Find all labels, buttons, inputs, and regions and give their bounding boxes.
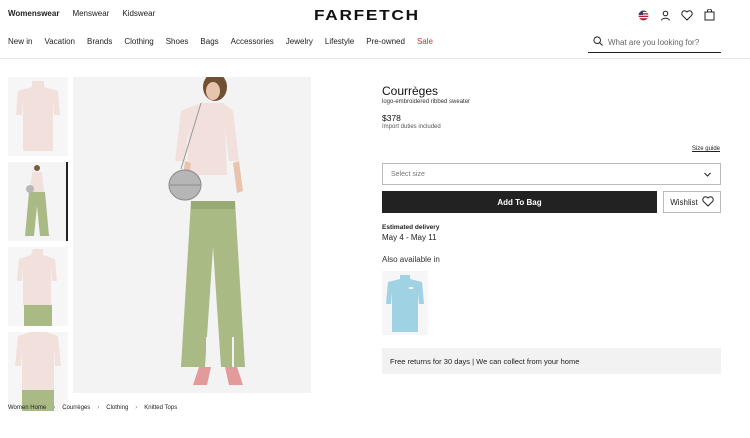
nav-item-accessories[interactable]: Accessories [231, 37, 274, 46]
search-input[interactable] [608, 37, 718, 47]
alternate-color-image[interactable] [382, 271, 428, 335]
wishlist-icon[interactable] [680, 8, 694, 22]
breadcrumb-separator: › [53, 405, 56, 411]
search-bar [588, 32, 721, 53]
duties-note: Import duties included [382, 124, 441, 130]
breadcrumb-women-home[interactable]: Women Home [8, 405, 46, 411]
product-brand[interactable]: Courrèges [382, 84, 438, 98]
bag-icon[interactable] [702, 8, 716, 22]
thumbnail-2[interactable] [8, 162, 68, 241]
nav-item-new-in[interactable]: New in [8, 37, 32, 46]
breadcrumb-clothing[interactable]: Clothing [106, 405, 128, 411]
breadcrumb-brand[interactable]: Courrèges [62, 405, 90, 411]
chevron-down-icon [703, 170, 712, 181]
thumbnail-1[interactable] [8, 77, 68, 156]
top-bar: Womenswear Menswear Kidswear FARFETCH [0, 0, 750, 30]
thumbnail-3[interactable] [8, 247, 68, 326]
nav-item-bags[interactable]: Bags [200, 37, 218, 46]
farfetch-logo[interactable]: FARFETCH [314, 7, 420, 24]
also-available-label: Also available in [382, 255, 440, 264]
delivery-dates: May 4 - May 11 [382, 233, 437, 242]
tab-menswear[interactable]: Menswear [72, 9, 109, 18]
category-nav: New in Vacation Brands Clothing Shoes Ba… [8, 37, 433, 46]
nav-item-vacation[interactable]: Vacation [44, 37, 75, 46]
main-product-image[interactable] [73, 77, 311, 393]
size-select-label: Select size [391, 170, 425, 178]
nav-item-pre-owned[interactable]: Pre-owned [366, 37, 405, 46]
flag-icon[interactable] [636, 8, 650, 22]
tab-kidswear[interactable]: Kidswear [122, 9, 155, 18]
search-icon[interactable] [593, 36, 603, 48]
header-divider [0, 58, 750, 59]
nav-item-shoes[interactable]: Shoes [166, 37, 189, 46]
product-description: logo-embroidered ribbed sweater [382, 99, 471, 105]
product-price: $378 [382, 113, 401, 123]
add-to-bag-button[interactable]: Add To Bag [382, 191, 657, 213]
returns-banner: Free returns for 30 days | We can collec… [382, 348, 721, 374]
header-icons [636, 8, 716, 22]
gender-nav: Womenswear Menswear Kidswear [8, 9, 155, 18]
breadcrumb: Women Home › Courrèges › Clothing › Knit… [8, 405, 177, 411]
size-select[interactable]: Select size [382, 163, 721, 185]
thumbnail-4[interactable] [8, 332, 68, 411]
heart-icon [702, 195, 714, 209]
nav-item-clothing[interactable]: Clothing [124, 37, 153, 46]
nav-item-lifestyle[interactable]: Lifestyle [325, 37, 354, 46]
nav-item-brands[interactable]: Brands [87, 37, 112, 46]
wishlist-button[interactable]: Wishlist [663, 191, 721, 213]
account-icon[interactable] [658, 8, 672, 22]
nav-item-sale[interactable]: Sale [417, 37, 433, 46]
nav-item-jewelry[interactable]: Jewelry [286, 37, 313, 46]
thumbnail-list [8, 77, 70, 417]
delivery-label: Estimated delivery [382, 224, 440, 231]
wishlist-button-label: Wishlist [670, 197, 698, 207]
tab-womenswear[interactable]: Womenswear [8, 9, 59, 18]
size-guide-link[interactable]: Size guide [692, 146, 720, 152]
breadcrumb-separator: › [97, 405, 100, 411]
breadcrumb-separator: › [135, 405, 138, 411]
breadcrumb-knitted-tops[interactable]: Knitted Tops [144, 405, 177, 411]
